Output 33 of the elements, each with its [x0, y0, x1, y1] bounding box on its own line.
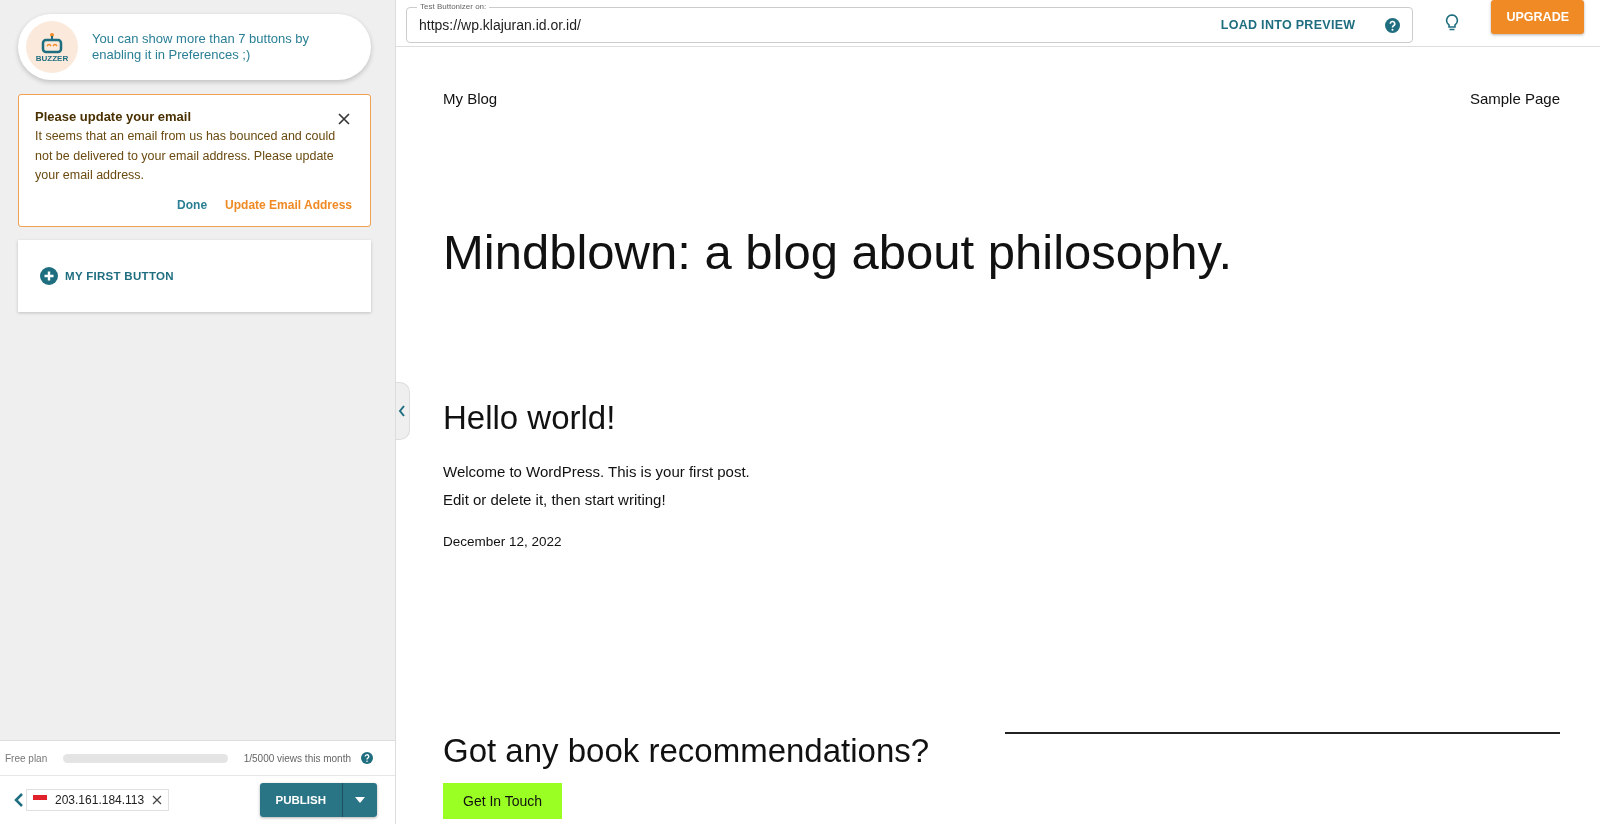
lightbulb-icon[interactable]	[1445, 14, 1460, 32]
usage-text: 1/5000 views this month	[243, 752, 351, 764]
logo-text: BUZZER	[35, 53, 69, 63]
chevron-left-icon	[398, 405, 406, 417]
post-date: December 12, 2022	[443, 534, 563, 549]
site-title[interactable]: My Blog	[443, 90, 498, 107]
publish-menu-button[interactable]	[343, 783, 377, 817]
collapse-handle[interactable]	[396, 382, 410, 440]
alert-message: It seems that an email from us has bounced and could not be delivered to your email address. Please update your email address.	[35, 128, 337, 184]
post-title[interactable]: Hello world!	[443, 398, 1560, 438]
add-icon[interactable]	[40, 266, 58, 285]
close-icon[interactable]	[152, 795, 163, 805]
ip-address: 203.161.184.113	[55, 793, 145, 807]
load-preview-button[interactable]: LOAD INTO PREVIEW	[1214, 17, 1362, 33]
help-icon[interactable]	[1385, 17, 1401, 33]
button-item[interactable]: MY FIRST BUTTON	[65, 269, 174, 282]
tip-text: You can show more than 7 buttons by enabling it in Preferences ;)	[92, 31, 311, 63]
blog-tagline: Mindblown: a blog about philosophy.	[443, 224, 1234, 280]
get-in-touch-button[interactable]: Get In Touch	[443, 783, 563, 819]
close-icon[interactable]	[338, 113, 350, 125]
nav-link[interactable]: Sample Page	[1469, 90, 1560, 107]
robot-icon	[39, 31, 65, 54]
help-icon[interactable]	[361, 752, 373, 764]
publish-button[interactable]: PUBLISH	[259, 783, 343, 817]
alert-title: Please update your email	[35, 108, 192, 124]
field-label: Test Buttonizer on:	[417, 2, 490, 11]
post-text: Edit or delete it, then start writing!	[443, 490, 667, 510]
post-text: Welcome to WordPress. This is your first post.	[443, 462, 751, 482]
url-text: https://wp.klajuran.id.or.id/	[419, 17, 582, 33]
plan-label: Free plan	[5, 752, 48, 764]
cta-heading: Got any book recommendations?	[443, 731, 930, 771]
caret-icon	[355, 797, 365, 803]
done-link[interactable]: Done	[175, 195, 210, 214]
